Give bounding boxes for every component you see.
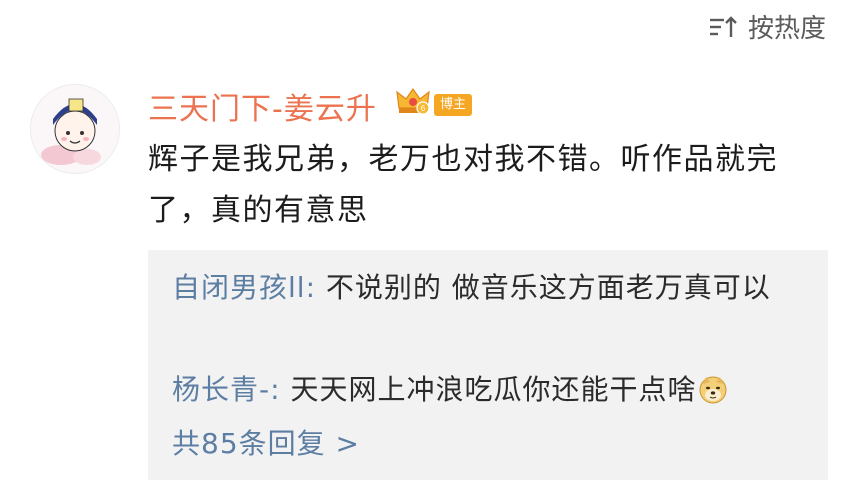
- replies-box[interactable]: 自闭男孩ll: 不说别的 做音乐这方面老万真可以 杨长青-: 天天网上冲浪吃瓜你…: [148, 250, 828, 480]
- comment-text: 辉子是我兄弟，老万也对我不错。听作品就完了，真的有意思: [148, 142, 778, 228]
- comment-section: 按热度 三天门下-姜云升 6 博主 辉子是我兄弟，老万也对我不错。听作品就完了，…: [0, 0, 860, 495]
- sort-by-hot-button[interactable]: 按热度: [708, 8, 826, 45]
- reply-text: 天天网上冲浪吃瓜你还能干点啥: [290, 373, 697, 406]
- avatar[interactable]: [30, 84, 120, 174]
- reply-text: 不说别的 做音乐这方面老万真可以: [325, 271, 771, 304]
- avatar-illustration: [31, 85, 119, 173]
- svg-text:6: 6: [421, 104, 426, 113]
- reply-user[interactable]: 杨长青-: [172, 373, 270, 406]
- reply-separator: :: [270, 373, 291, 406]
- reply-item: 自闭男孩ll: 不说别的 做音乐这方面老万真可以: [172, 268, 808, 308]
- reply-item: 杨长青-: 天天网上冲浪吃瓜你还能干点啥: [172, 370, 808, 416]
- blogger-badge: 博主: [434, 94, 473, 116]
- doge-emoji-icon: [698, 375, 728, 416]
- reply-separator: :: [305, 271, 326, 304]
- comment-author[interactable]: 三天门下-姜云升: [148, 84, 377, 128]
- view-more-replies-link[interactable]: 共85条回复 >: [172, 424, 360, 464]
- sort-label: 按热度: [747, 14, 826, 44]
- sort-icon: [708, 14, 738, 40]
- reply-user[interactable]: 自闭男孩ll: [172, 271, 306, 304]
- crown-vip-icon: 6: [395, 86, 431, 120]
